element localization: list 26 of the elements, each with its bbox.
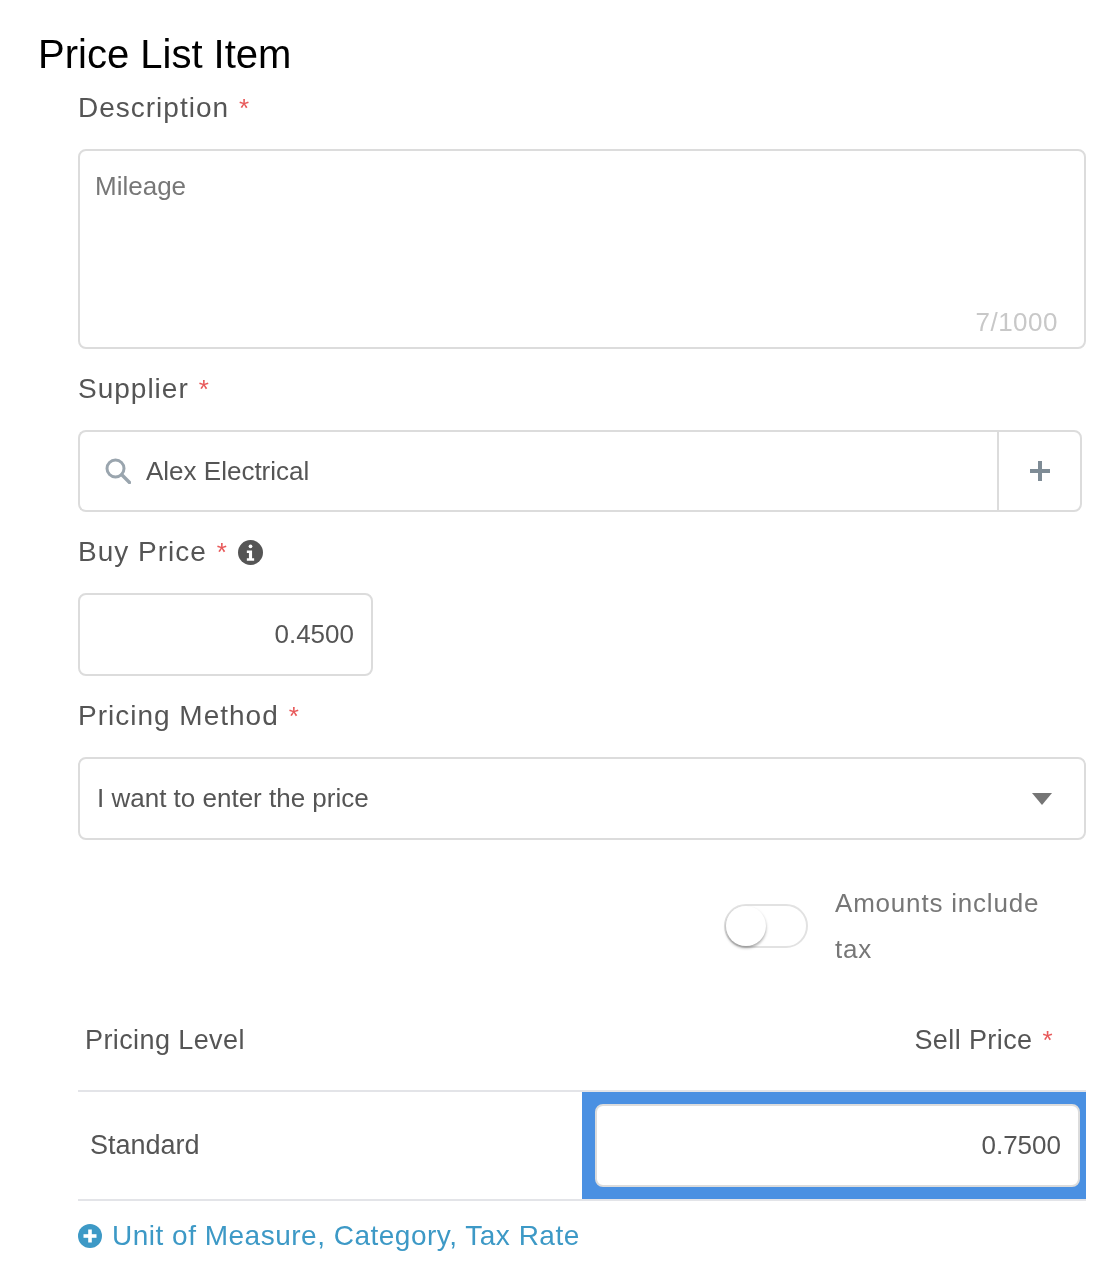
supplier-search-field[interactable]: Alex Electrical <box>78 430 997 512</box>
field-label: Description <box>78 92 230 124</box>
plus-circle-icon <box>78 1224 102 1248</box>
info-icon[interactable] <box>237 539 263 565</box>
sell-price-cell[interactable]: 0.7500 <box>582 1092 1086 1199</box>
add-supplier-button[interactable] <box>997 430 1082 512</box>
required-mark: * <box>1042 1024 1053 1056</box>
search-icon <box>105 458 131 484</box>
required-mark: * <box>239 92 251 124</box>
page-title: Price List Item <box>38 31 292 78</box>
required-mark: * <box>288 700 300 732</box>
buy-price-field[interactable]: 0.4500 <box>78 593 373 676</box>
toggle-switch[interactable] <box>724 904 808 948</box>
sell-price-field[interactable]: 0.7500 <box>595 1104 1080 1187</box>
column-header: Sell Price <box>914 1024 1033 1056</box>
pricing-method-select[interactable]: I want to enter the price <box>78 757 1086 840</box>
column-header: Pricing Level <box>85 1024 245 1056</box>
field-label: Supplier <box>78 373 189 405</box>
required-mark: * <box>198 373 210 405</box>
plus-icon <box>1029 461 1050 481</box>
caret-down-icon <box>1032 792 1052 805</box>
field-label: Pricing Method <box>78 700 279 732</box>
pricing-level-name: Standard <box>90 1130 200 1161</box>
field-label: Buy Price <box>78 536 207 568</box>
toggle-label: Amounts include tax <box>835 887 1041 966</box>
required-mark: * <box>216 536 228 568</box>
